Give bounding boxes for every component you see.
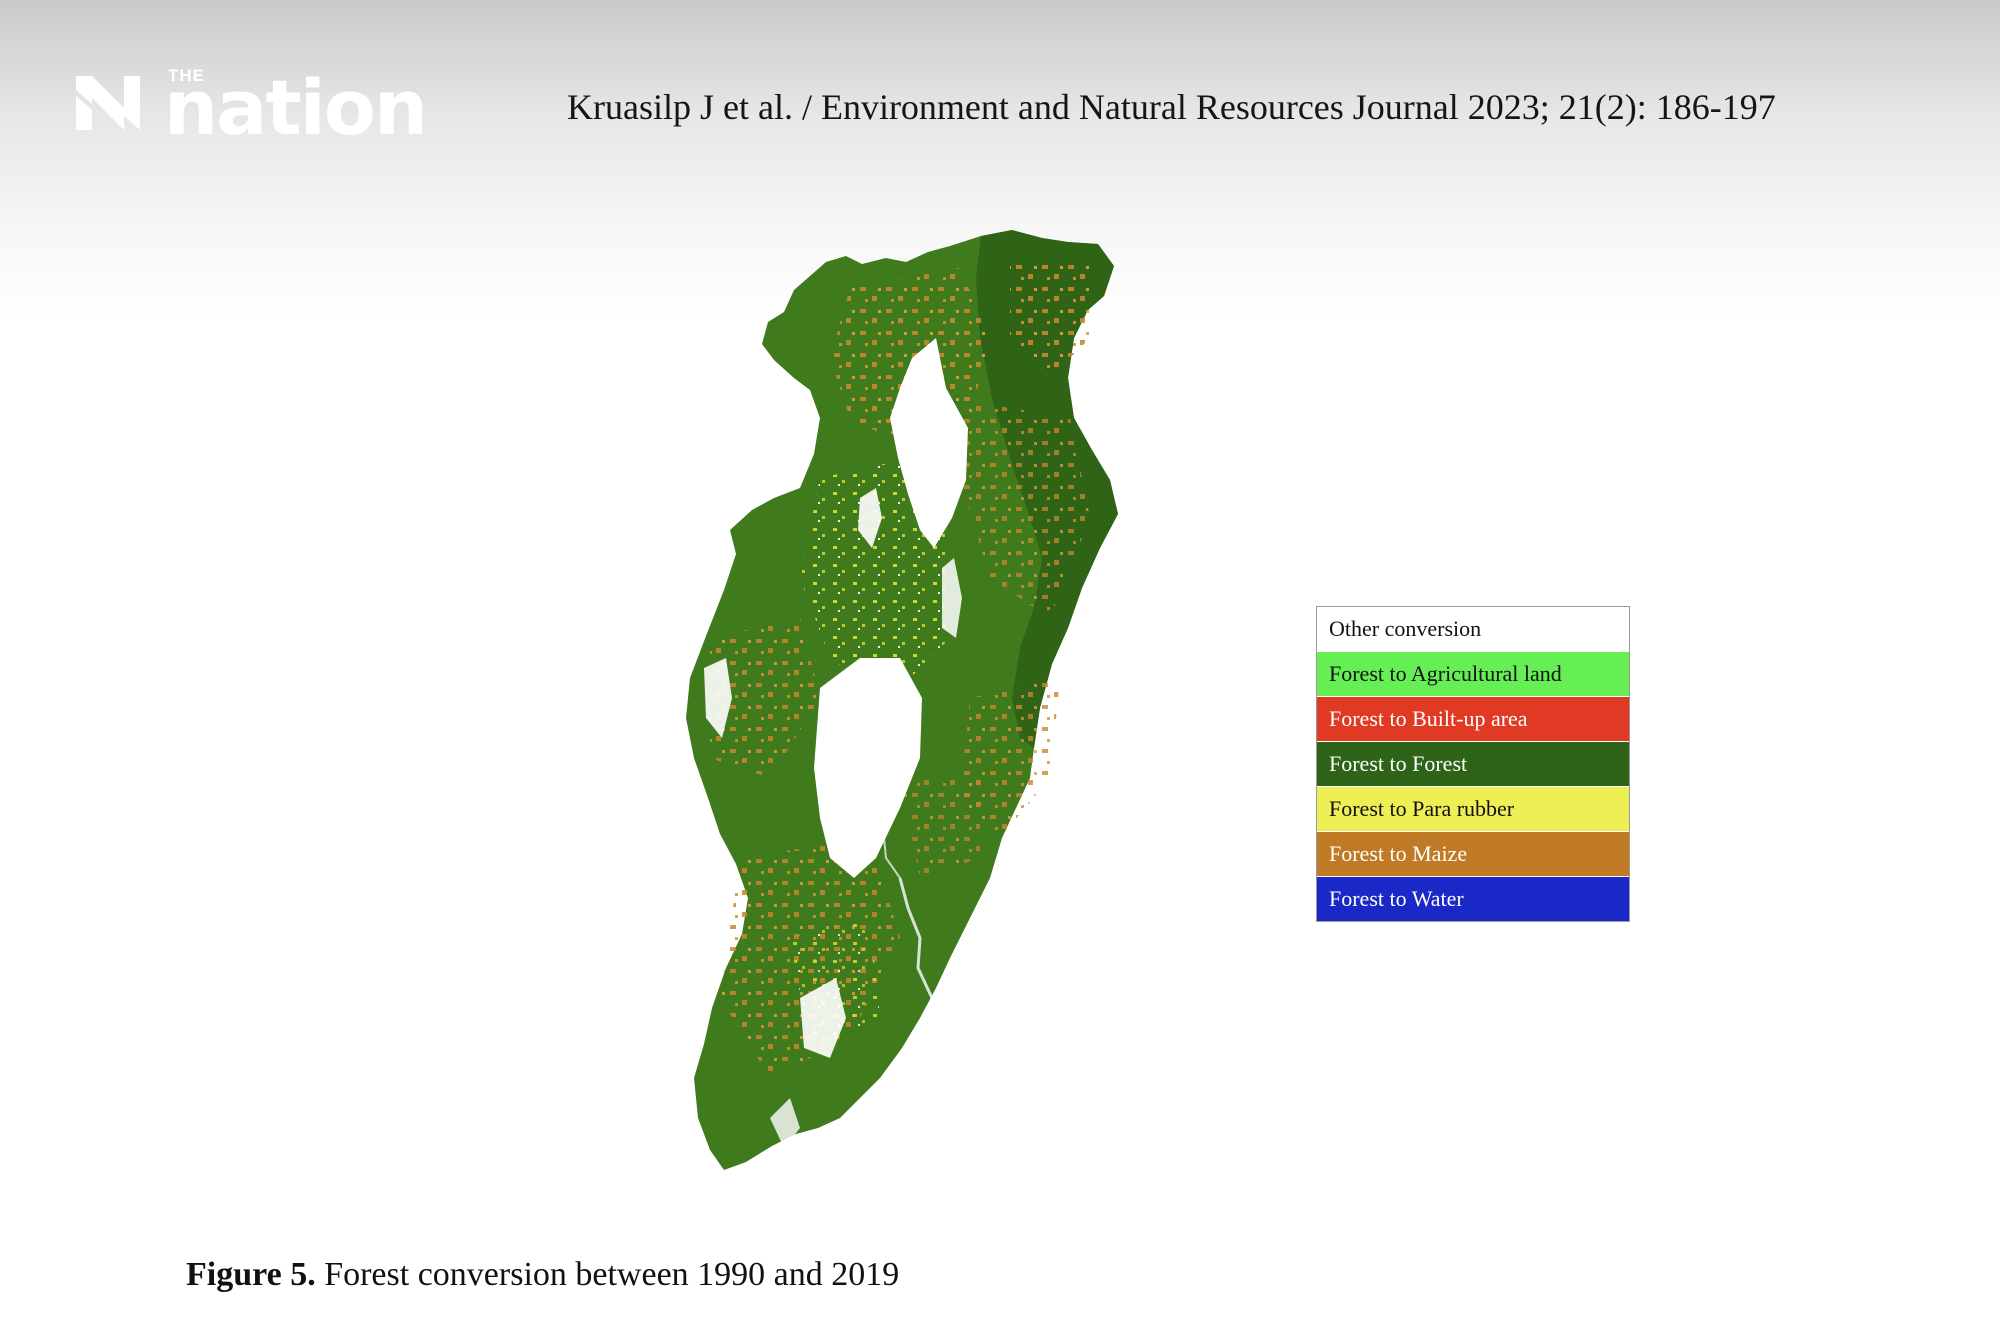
figure-caption: Figure 5. Forest conversion between 1990… (186, 1256, 899, 1294)
region-map (686, 230, 1118, 1170)
logo-wordmark: nation (164, 63, 428, 152)
legend-item: Forest to Para rubber (1317, 786, 1629, 831)
legend-item: Forest to Forest (1317, 741, 1629, 786)
legend-item: Forest to Maize (1317, 831, 1629, 876)
legend-item: Forest to Water (1317, 876, 1629, 921)
legend-item: Forest to Built-up area (1317, 696, 1629, 741)
nation-n-icon (76, 76, 140, 130)
figure-caption-text: Forest conversion between 1990 and 2019 (315, 1256, 900, 1293)
map-legend: Other conversion Forest to Agricultural l… (1316, 606, 1630, 922)
legend-item: Other conversion (1317, 607, 1629, 651)
legend-item: Forest to Agricultural land (1317, 651, 1629, 696)
nation-logo[interactable]: THE nation (72, 64, 428, 148)
figure-caption-label: Figure 5. (186, 1256, 316, 1293)
journal-citation: Kruasilp J et al. / Environment and Natu… (567, 87, 1776, 127)
